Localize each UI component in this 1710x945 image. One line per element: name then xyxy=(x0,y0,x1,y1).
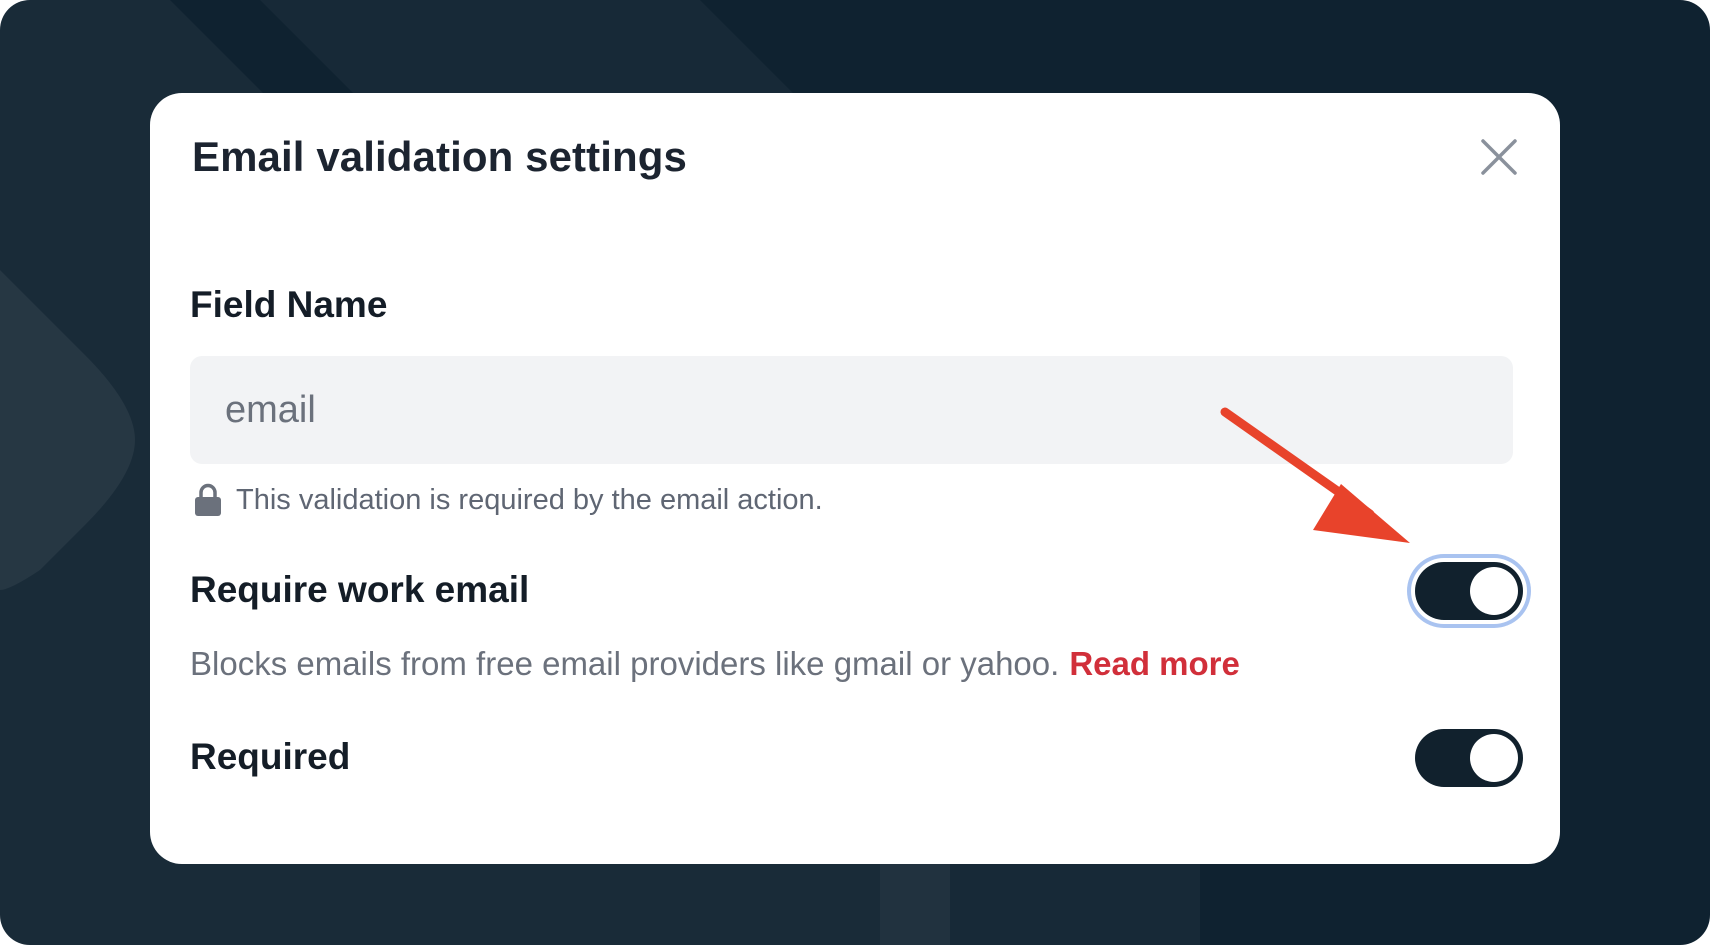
close-button[interactable] xyxy=(1475,133,1523,181)
lock-note-text: This validation is required by the email… xyxy=(236,483,823,516)
validation-lock-note: This validation is required by the email… xyxy=(194,483,823,517)
dialog-title: Email validation settings xyxy=(192,133,687,180)
close-icon xyxy=(1481,139,1517,175)
screen: Email validation settings Field Name Thi… xyxy=(0,0,1710,945)
toggle-knob xyxy=(1470,734,1518,782)
require-work-email-description: Blocks emails from free email providers … xyxy=(190,645,1240,683)
email-validation-settings-dialog: Email validation settings Field Name Thi… xyxy=(150,93,1560,864)
description-text: Blocks emails from free email providers … xyxy=(190,645,1060,682)
required-toggle[interactable] xyxy=(1415,729,1523,787)
toggle-knob xyxy=(1470,567,1518,615)
require-work-email-label: Require work email xyxy=(190,569,530,610)
require-work-email-toggle[interactable] xyxy=(1415,562,1523,620)
field-name-input[interactable] xyxy=(190,356,1513,464)
required-label: Required xyxy=(190,736,351,777)
lock-icon xyxy=(195,483,221,516)
read-more-link[interactable]: Read more xyxy=(1069,645,1240,682)
field-name-label: Field Name xyxy=(190,284,388,325)
